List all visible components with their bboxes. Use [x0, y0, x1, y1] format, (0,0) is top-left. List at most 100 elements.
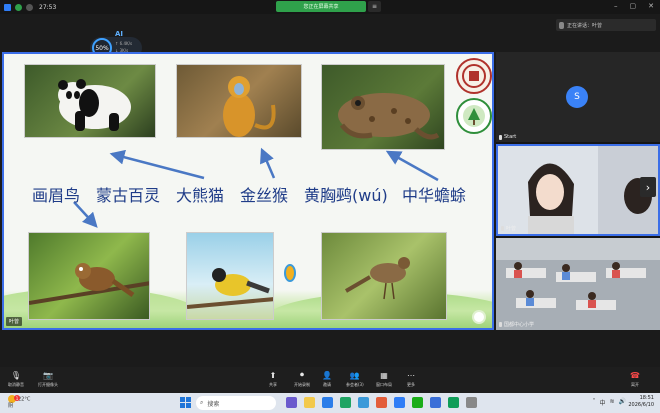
presenter-name-tag: 叶曾	[6, 317, 23, 326]
arrow-monkey	[260, 147, 276, 179]
leave-button[interactable]: ☎ 离开	[630, 370, 640, 388]
notification-badge: 1	[14, 395, 20, 401]
caption-huamei: 画眉鸟	[32, 186, 81, 205]
participant-tile[interactable]: S Start	[496, 52, 660, 142]
browser-icon[interactable]	[358, 397, 369, 408]
shared-screen: 画眉鸟 蒙古百灵 大熊猫 金丝猴 黄胸鹀(wú) 中华蟾蜍 叶曾	[2, 52, 494, 330]
active-speaker-indicator: 正在讲话：叶曾	[556, 19, 656, 31]
lark-photo	[186, 232, 274, 320]
upload-stat: ↑ 6.4K/s	[115, 41, 133, 46]
meeting-app: 27:53 您正在屏幕共享 ≡ – ▢ ✕ 正在讲话：叶曾 AI 50% ↑ 6…	[0, 0, 660, 413]
system-clock[interactable]: 18:51 2026/6/10	[628, 395, 654, 409]
meeting-timer: 27:53	[39, 3, 57, 11]
camera-button[interactable]: 📷 打开摄像头	[38, 370, 58, 388]
sharing-menu-button[interactable]: ≡	[368, 1, 381, 12]
search-icon: ⌕	[200, 399, 204, 406]
minimize-icon[interactable]: –	[614, 2, 618, 10]
app-icon[interactable]	[376, 397, 387, 408]
next-page-button[interactable]: ›	[640, 177, 656, 197]
system-tray: ˄ 中 ≋ 🔊	[592, 398, 626, 407]
avatar: S	[566, 86, 588, 108]
weather-desc: 阴	[8, 403, 14, 409]
caption-panda: 大熊猫	[176, 186, 225, 205]
balloon-decoration	[284, 264, 296, 282]
shield-icon	[15, 3, 22, 11]
school-seal-icon	[456, 58, 492, 94]
mic-off-icon: 🎙	[10, 370, 22, 380]
hangup-icon: ☎	[630, 370, 640, 380]
more-label: 更多	[407, 382, 415, 387]
edge-icon[interactable]	[322, 397, 333, 408]
invite-icon: 👤	[322, 370, 332, 380]
share-label: 共享	[269, 382, 277, 387]
qq-icon[interactable]	[430, 397, 441, 408]
chevron-up-icon[interactable]: ˄	[592, 398, 595, 407]
windows-start-icon[interactable]	[180, 397, 191, 408]
bunting-photo	[321, 232, 447, 320]
mic-icon	[559, 21, 564, 29]
caption-mongolian-lark: 蒙古百灵	[96, 186, 161, 205]
clock-date: 2026/6/10	[628, 402, 654, 408]
layout-button[interactable]: ▦ 窗口布局	[376, 370, 392, 388]
caption-golden-monkey: 金丝猴	[240, 186, 289, 205]
store-icon[interactable]	[340, 397, 351, 408]
arrow-panda	[109, 149, 205, 180]
classroom-video-feed	[496, 238, 660, 330]
participant-tile-classroom[interactable]: 国都中心小学	[496, 238, 660, 330]
participants-label: 参会者(3)	[346, 382, 364, 387]
huamei-photo	[28, 232, 150, 320]
share-button[interactable]: ⬆ 共享	[268, 370, 278, 388]
close-icon[interactable]: ✕	[648, 2, 654, 10]
invite-label: 邀请	[323, 382, 331, 387]
golden-monkey-photo	[176, 64, 302, 138]
more-icon: ⋯	[407, 370, 415, 380]
participant-name: 叶曾	[506, 226, 517, 232]
taskview-icon[interactable]	[286, 397, 297, 408]
wechat-icon[interactable]	[412, 397, 423, 408]
participant-name: Start	[504, 134, 517, 140]
maximize-icon[interactable]: ▢	[630, 2, 637, 10]
meeting-app-icon[interactable]	[394, 397, 405, 408]
participant-label: Start	[499, 134, 516, 140]
layout-label: 窗口布局	[376, 382, 392, 387]
more-button[interactable]: ⋯ 更多	[406, 370, 416, 388]
unmute-label: 取消静音	[8, 382, 24, 387]
screen-sharing-indicator[interactable]: 您正在屏幕共享	[276, 1, 366, 12]
environment-logo-icon	[456, 98, 492, 134]
file-explorer-icon[interactable]	[304, 397, 315, 408]
app-icon-3[interactable]	[466, 397, 477, 408]
info-icon[interactable]	[26, 3, 33, 11]
arrow-toad	[385, 150, 439, 182]
camera-off-icon: 📷	[43, 370, 53, 380]
participant-name: 国都中心小学	[504, 322, 535, 328]
search-placeholder: 搜索	[207, 400, 220, 408]
caption-yellow-breasted-bunting: 黄胸鹀(wú)	[304, 186, 388, 205]
participants-icon: 👥	[349, 370, 360, 380]
mic-icon	[499, 322, 502, 327]
volume-icon[interactable]: 🔊	[619, 398, 626, 407]
record-icon: ⏺	[300, 370, 304, 379]
mic-icon	[499, 134, 502, 140]
toad-photo	[321, 64, 445, 150]
layout-icon: ▦	[380, 370, 388, 380]
record-button[interactable]: ⏺ 开始录制	[294, 370, 310, 388]
app-icon-2[interactable]	[448, 397, 459, 408]
taskbar-search[interactable]: ⌕ 搜索	[196, 396, 276, 410]
participants-button[interactable]: 👥 参会者(3)	[346, 370, 364, 388]
invite-button[interactable]: 👤 邀请	[322, 370, 332, 388]
participant-panel: S Start 叶曾 国都中心小学 ›	[496, 52, 660, 330]
unmute-button[interactable]: 🎙 取消静音	[8, 370, 24, 388]
wifi-icon[interactable]: ≋	[609, 398, 614, 407]
windows-taskbar: 22°C 阴 ⌕ 搜索 ˄ 中 ≋ 🔊 18:51 2026/6/10	[0, 393, 660, 413]
leave-label: 离开	[631, 382, 639, 387]
caption-chinese-toad: 中华蟾蜍	[402, 186, 467, 205]
record-label: 开始录制	[294, 382, 310, 387]
window-controls: – ▢ ✕	[614, 2, 654, 10]
clock-time: 18:51	[639, 395, 654, 401]
participant-label: 叶曾	[501, 225, 516, 232]
flower-decoration	[474, 312, 484, 322]
mic-icon	[501, 226, 504, 231]
ime-icon[interactable]: 中	[599, 398, 605, 407]
participant-tile-video[interactable]: 叶曾	[496, 144, 660, 236]
camera-label: 打开摄像头	[38, 382, 58, 387]
